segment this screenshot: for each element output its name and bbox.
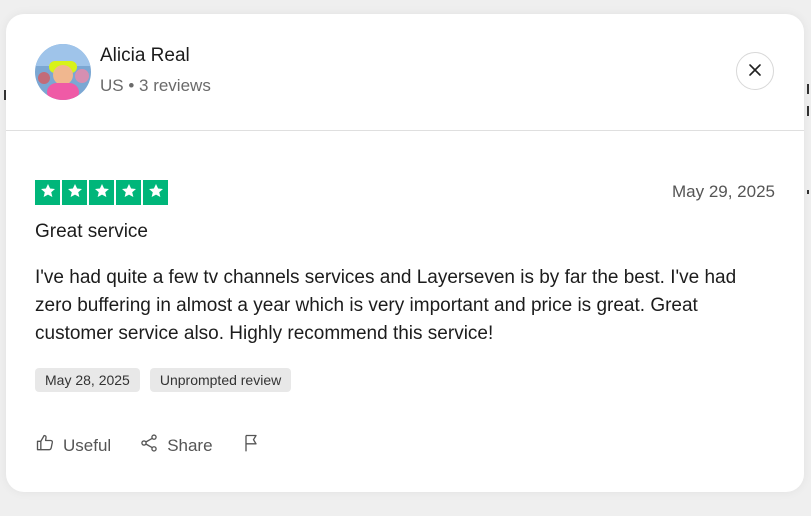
rating-stars bbox=[35, 180, 168, 205]
star-box bbox=[116, 180, 141, 205]
star-icon bbox=[39, 182, 57, 204]
unprompted-review-tag: Unprompted review bbox=[149, 368, 292, 392]
star-box bbox=[35, 180, 60, 205]
right-edge-mark-3 bbox=[807, 190, 809, 194]
star-icon bbox=[147, 182, 165, 204]
share-button[interactable]: Share bbox=[139, 433, 213, 458]
close-icon bbox=[746, 61, 764, 82]
useful-label: Useful bbox=[63, 435, 112, 455]
thumbs-up-icon bbox=[35, 433, 55, 458]
review-header: Alicia Real US • 3 reviews bbox=[6, 14, 804, 131]
reviewer-name: Alicia Real bbox=[100, 45, 190, 66]
review-actions: Useful Share bbox=[35, 432, 261, 459]
reviewer-meta: US • 3 reviews bbox=[100, 76, 211, 95]
star-box bbox=[143, 180, 168, 205]
star-icon bbox=[93, 182, 111, 204]
star-box bbox=[62, 180, 87, 205]
star-icon bbox=[120, 182, 138, 204]
reviewer-avatar bbox=[35, 44, 91, 100]
close-button[interactable] bbox=[736, 52, 774, 90]
flag-icon bbox=[241, 432, 261, 459]
share-label: Share bbox=[167, 435, 213, 455]
review-date: May 29, 2025 bbox=[671, 182, 775, 201]
review-body: I've had quite a few tv channels service… bbox=[35, 267, 737, 344]
review-modal: Alicia Real US • 3 reviews May 29, 2025 … bbox=[6, 14, 804, 492]
right-edge-mark bbox=[807, 84, 809, 94]
star-box bbox=[89, 180, 114, 205]
star-icon bbox=[66, 182, 84, 204]
review-title: Great service bbox=[35, 221, 148, 242]
share-icon bbox=[139, 433, 159, 458]
useful-button[interactable]: Useful bbox=[35, 433, 111, 458]
report-button[interactable] bbox=[241, 432, 261, 459]
date-tag: May 28, 2025 bbox=[35, 368, 140, 392]
review-tags: May 28, 2025 Unprompted review bbox=[35, 368, 292, 392]
right-edge-mark-2 bbox=[807, 106, 809, 116]
